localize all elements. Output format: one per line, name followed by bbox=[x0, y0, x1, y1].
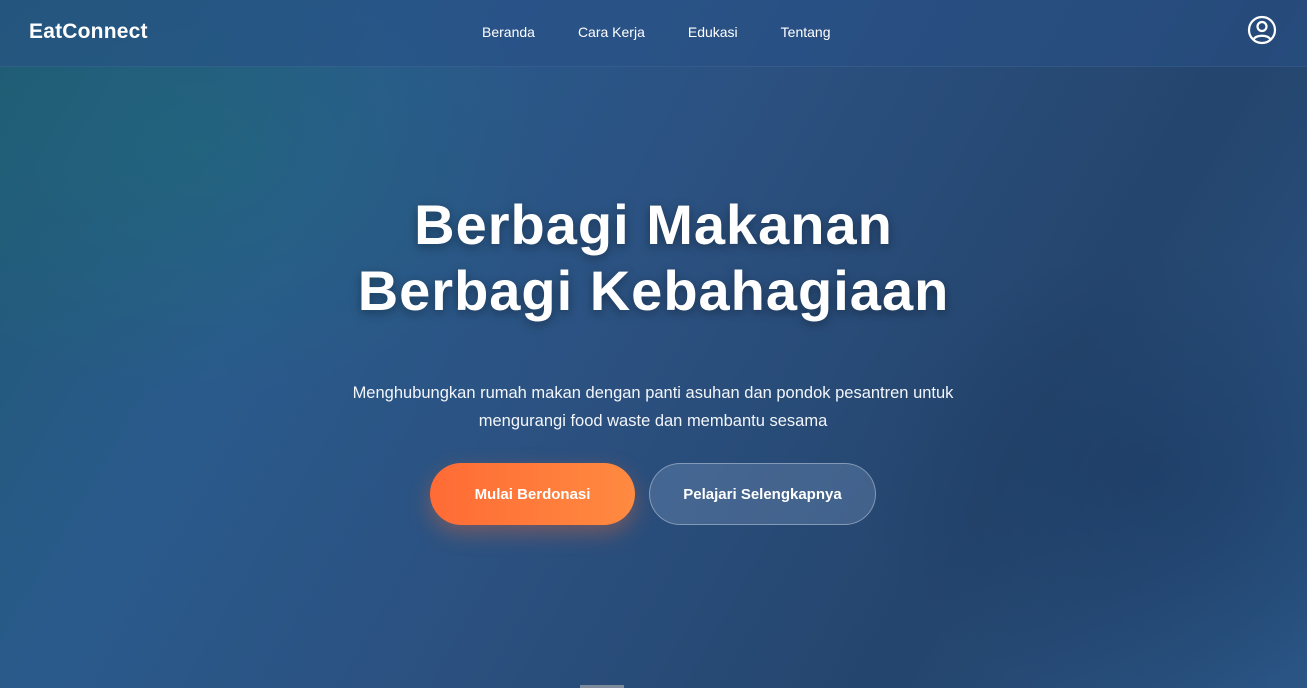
nav-link-edukasi[interactable]: Edukasi bbox=[688, 24, 738, 40]
hero-title: Berbagi Makanan Berbagi Kebahagiaan bbox=[0, 192, 1307, 324]
user-circle-icon[interactable] bbox=[1247, 15, 1277, 45]
hero-subtitle-line-2: mengurangi food waste dan membantu sesam… bbox=[478, 412, 828, 430]
nav-link-cara-kerja[interactable]: Cara Kerja bbox=[578, 24, 645, 40]
hero-subtitle: Menghubungkan rumah makan dengan panti a… bbox=[303, 379, 1003, 435]
hero-title-line-1: Berbagi Makanan bbox=[414, 193, 893, 256]
hero-title-line-2: Berbagi Kebahagiaan bbox=[357, 259, 950, 322]
top-navigation-bar: EatConnect Beranda Cara Kerja Edukasi Te… bbox=[0, 0, 1307, 67]
learn-more-button[interactable]: Pelajari Selengkapnya bbox=[649, 463, 876, 525]
brand-logo[interactable]: EatConnect bbox=[29, 20, 148, 44]
nav-link-beranda[interactable]: Beranda bbox=[482, 24, 535, 40]
hero-subtitle-line-1: Menghubungkan rumah makan dengan panti a… bbox=[352, 384, 954, 402]
landing-page: EatConnect Beranda Cara Kerja Edukasi Te… bbox=[0, 0, 1307, 688]
main-nav: Beranda Cara Kerja Edukasi Tentang bbox=[482, 24, 831, 40]
start-donating-button[interactable]: Mulai Berdonasi bbox=[430, 463, 635, 525]
nav-link-tentang[interactable]: Tentang bbox=[781, 24, 831, 40]
